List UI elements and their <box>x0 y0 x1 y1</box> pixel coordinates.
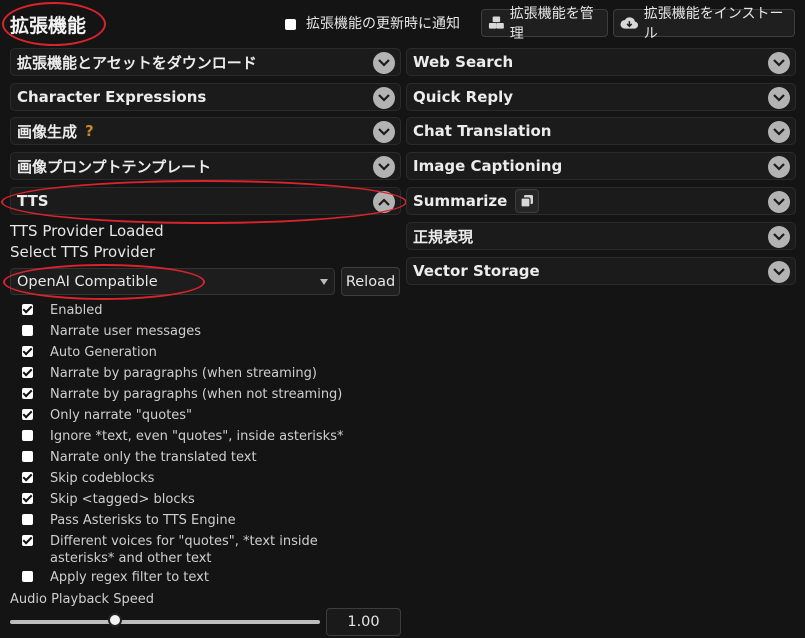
drawer-web-search[interactable]: Web Search <box>406 48 796 76</box>
drawer-chat-translation[interactable]: Chat Translation <box>406 117 796 145</box>
option-ignore-asterisk-text[interactable]: Ignore *text, even "quotes", inside aste… <box>22 428 380 445</box>
option-different-voices[interactable]: Different voices for "quotes", *text ins… <box>22 533 380 567</box>
option-pass-asterisks[interactable]: Pass Asterisks to TTS Engine <box>22 512 380 529</box>
checkbox[interactable] <box>22 514 33 525</box>
option-label: Only narrate "quotes" <box>50 408 193 423</box>
cloud-download-icon <box>620 17 639 29</box>
tts-select-provider-label: Select TTS Provider <box>10 243 156 261</box>
update-notify-toggle[interactable]: 拡張機能の更新時に通知 <box>285 13 460 33</box>
drawer-download-extensions[interactable]: 拡張機能とアセットをダウンロード <box>10 48 401 76</box>
drawer-label: 拡張機能とアセットをダウンロード <box>17 53 257 72</box>
chevron-down-icon[interactable] <box>768 121 790 143</box>
drawer-image-generation[interactable]: 画像生成 ? <box>10 117 401 145</box>
option-only-narrate-quotes[interactable]: Only narrate "quotes" <box>22 407 380 424</box>
drawer-label: 画像プロンプトテンプレート <box>17 157 212 176</box>
audio-speed-label: Audio Playback Speed <box>10 592 154 607</box>
update-notify-checkbox[interactable] <box>285 18 296 30</box>
option-skip-tagged-blocks[interactable]: Skip <tagged> blocks <box>22 491 380 508</box>
checkbox[interactable] <box>22 472 33 483</box>
reload-button[interactable]: Reload <box>341 267 400 296</box>
chevron-down-icon[interactable] <box>768 226 790 248</box>
drawer-label: Chat Translation <box>413 122 552 140</box>
chevron-down-icon[interactable] <box>373 87 395 109</box>
checkbox[interactable] <box>22 535 33 546</box>
option-enabled[interactable]: Enabled <box>22 302 380 319</box>
option-label: Skip <tagged> blocks <box>50 492 195 507</box>
option-apply-regex[interactable]: Apply regex filter to text <box>22 569 380 586</box>
option-narrate-paragraphs-streaming[interactable]: Narrate by paragraphs (when streaming) <box>22 365 380 382</box>
install-extension-label: 拡張機能をインストール <box>643 6 784 42</box>
chevron-down-icon[interactable] <box>768 156 790 178</box>
drawer-character-expressions[interactable]: Character Expressions <box>10 83 401 111</box>
option-label: Auto Generation <box>50 345 157 360</box>
cubes-icon <box>488 16 504 29</box>
manage-extensions-button[interactable]: 拡張機能を管理 <box>481 6 608 42</box>
audio-speed-slider-thumb[interactable] <box>108 613 122 627</box>
option-label: Enabled <box>50 303 103 318</box>
help-icon[interactable]: ? <box>85 122 94 140</box>
option-label: Apply regex filter to text <box>50 570 209 585</box>
chevron-down-icon[interactable] <box>768 52 790 74</box>
drawer-label: Character Expressions <box>17 88 207 106</box>
checkbox[interactable] <box>22 304 33 315</box>
option-label: Skip codeblocks <box>50 471 155 486</box>
tts-status-text: TTS Provider Loaded <box>10 222 164 240</box>
extensions-header: 拡張機能 拡張機能の更新時に通知 拡張機能を管理 拡張機能をインストール <box>0 0 805 46</box>
chevron-down-icon[interactable] <box>768 261 790 283</box>
checkbox[interactable] <box>22 409 33 420</box>
checkbox[interactable] <box>22 493 33 504</box>
checkbox[interactable] <box>22 367 33 378</box>
checkbox[interactable] <box>22 571 33 582</box>
chevron-down-icon[interactable] <box>768 191 790 213</box>
page-title: 拡張機能 <box>10 15 87 37</box>
drawer-summarize[interactable]: Summarize <box>406 187 796 215</box>
option-label: Ignore *text, even "quotes", inside aste… <box>50 429 344 444</box>
manage-extensions-label: 拡張機能を管理 <box>509 6 594 42</box>
option-skip-codeblocks[interactable]: Skip codeblocks <box>22 470 380 487</box>
option-narrate-paragraphs-not-streaming[interactable]: Narrate by paragraphs (when not streamin… <box>22 386 380 403</box>
audio-speed-input[interactable]: 1.00 <box>326 608 401 636</box>
option-label: Narrate only the translated text <box>50 450 257 465</box>
drawer-label: Web Search <box>413 53 514 71</box>
drawer-image-prompt-templates[interactable]: 画像プロンプトテンプレート <box>10 152 401 180</box>
option-auto-generation[interactable]: Auto Generation <box>22 344 380 361</box>
dropdown-arrow-icon <box>320 279 328 285</box>
chevron-down-icon[interactable] <box>768 87 790 109</box>
option-label: Narrate by paragraphs (when not streamin… <box>50 387 343 402</box>
drawer-vector-storage[interactable]: Vector Storage <box>406 257 796 285</box>
drawer-tts[interactable]: TTS <box>10 187 401 215</box>
drawer-image-captioning[interactable]: Image Captioning <box>406 152 796 180</box>
option-narrate-translated[interactable]: Narrate only the translated text <box>22 449 380 466</box>
update-notify-label: 拡張機能の更新時に通知 <box>306 16 460 32</box>
drawer-quick-reply[interactable]: Quick Reply <box>406 83 796 111</box>
chevron-down-icon[interactable] <box>373 52 395 74</box>
chevron-down-icon[interactable] <box>373 121 395 143</box>
option-label: Narrate user messages <box>50 324 202 339</box>
checkbox[interactable] <box>22 451 33 462</box>
drawer-label: Image Captioning <box>413 157 563 175</box>
checkbox[interactable] <box>22 430 33 441</box>
chevron-down-icon[interactable] <box>373 156 395 178</box>
checkbox[interactable] <box>22 388 33 399</box>
drawer-label: 正規表現 <box>413 227 474 246</box>
drawer-label: Quick Reply <box>413 88 514 106</box>
audio-speed-slider-track[interactable] <box>10 620 320 624</box>
drawer-label: 画像生成 <box>17 122 78 141</box>
drawer-regex[interactable]: 正規表現 <box>406 222 796 250</box>
checkbox[interactable] <box>22 346 33 357</box>
popout-icon[interactable] <box>515 189 540 213</box>
option-label: Pass Asterisks to TTS Engine <box>50 513 236 528</box>
tts-provider-select[interactable]: OpenAI Compatible <box>10 268 335 295</box>
option-narrate-user-messages[interactable]: Narrate user messages <box>22 323 380 340</box>
option-label: Different voices for "quotes", *text ins… <box>50 534 318 566</box>
checkbox[interactable] <box>22 325 33 336</box>
install-extension-button[interactable]: 拡張機能をインストール <box>613 6 795 42</box>
drawer-label: Summarize <box>413 192 508 210</box>
option-label: Narrate by paragraphs (when streaming) <box>50 366 317 381</box>
tts-provider-value: OpenAI Compatible <box>17 273 158 290</box>
chevron-up-icon[interactable] <box>373 191 395 213</box>
drawer-label: TTS <box>17 192 49 210</box>
drawer-label: Vector Storage <box>413 262 540 280</box>
